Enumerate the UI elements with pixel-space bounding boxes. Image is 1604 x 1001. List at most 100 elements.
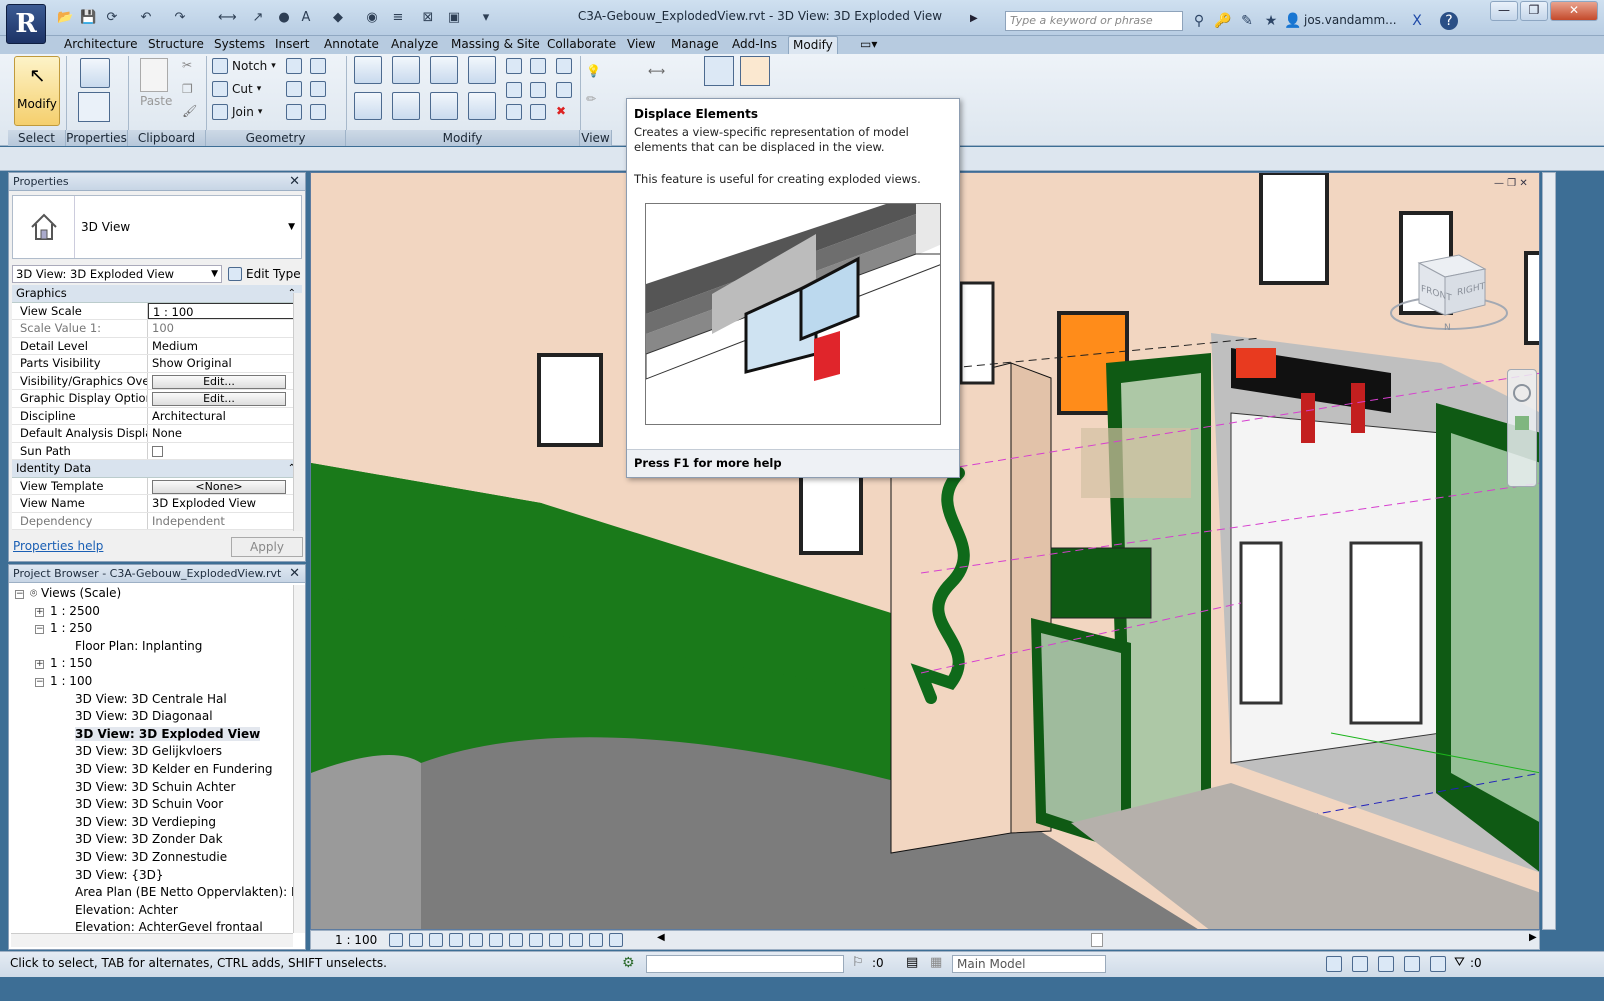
ribbon-minimize-icon[interactable]: ▭▾ [856, 36, 881, 54]
tab-manage[interactable]: Manage [667, 36, 723, 54]
select-links-icon[interactable] [1326, 956, 1342, 972]
notch-button[interactable]: Notch ▾ [212, 58, 276, 74]
browser-item[interactable]: 3D View: 3D Centrale Hal [9, 691, 305, 709]
properties-help-link[interactable]: Properties help [13, 539, 103, 553]
rotate-icon[interactable] [430, 92, 458, 120]
pin-icon[interactable] [556, 58, 572, 74]
browser-item[interactable]: Area Plan (BE Netto Oppervlakten): Heme [9, 884, 305, 902]
paint-icon[interactable] [310, 81, 326, 97]
mirror-draw-axis-icon[interactable] [468, 56, 496, 84]
expand-icon[interactable]: + [35, 660, 44, 670]
dimension-icon[interactable]: ↗ [250, 10, 266, 26]
browser-item[interactable]: 3D View: 3D Zonder Dak [9, 831, 305, 849]
viewport-window-controls[interactable]: — ❐ ✕ [1494, 178, 1528, 189]
help-icon[interactable]: ? [1440, 12, 1458, 30]
browser-item[interactable]: 3D View: 3D Diagonaal [9, 708, 305, 726]
application-menu-button[interactable]: R [6, 4, 46, 44]
browser-item[interactable]: +1 : 150 [9, 655, 305, 673]
temporary-hide-icon[interactable] [549, 933, 563, 947]
trim-multiple-icon[interactable] [506, 104, 522, 120]
sun-path-checkbox[interactable] [152, 445, 163, 457]
save-icon[interactable]: 💾 [80, 10, 96, 26]
scroll-left-icon[interactable]: ◀ [657, 932, 665, 943]
navigation-bar[interactable] [1507, 369, 1537, 487]
tag-icon[interactable]: ● [276, 10, 292, 26]
tab-modify[interactable]: Modify [788, 36, 838, 54]
exchange-icon[interactable]: X [1408, 12, 1426, 30]
collapse-icon[interactable]: − [35, 625, 44, 635]
shadows-icon[interactable] [449, 933, 463, 947]
unlock-view-icon[interactable] [529, 933, 543, 947]
zoom-region-icon[interactable] [1515, 416, 1529, 430]
tab-structure[interactable]: Structure [144, 36, 208, 54]
scale-icon[interactable] [530, 82, 546, 98]
worksets-icon[interactable]: ⚙ [622, 955, 635, 971]
close-button[interactable]: ✕ [1550, 1, 1598, 21]
align-icon[interactable] [354, 56, 382, 84]
cut-icon[interactable]: ✂ [182, 58, 192, 72]
viewport-scrollbar-vertical[interactable] [1542, 172, 1556, 930]
restore-button[interactable]: ❐ [1520, 1, 1548, 21]
tab-insert[interactable]: Insert [271, 36, 313, 54]
tab-systems[interactable]: Systems [210, 36, 269, 54]
favorites-star-icon[interactable]: ★ [1262, 12, 1280, 30]
redo-icon[interactable]: ↷ [172, 10, 188, 26]
steering-wheel-icon[interactable] [1513, 384, 1531, 402]
delete-icon[interactable]: ✖ [556, 104, 572, 120]
3d-view-icon[interactable]: ◆ [330, 10, 346, 26]
copy-icon[interactable]: ❐ [182, 82, 193, 96]
split-element-icon[interactable] [506, 58, 522, 74]
property-value[interactable] [148, 443, 302, 460]
create-assembly-icon[interactable] [704, 56, 734, 86]
exclude-options-icon[interactable]: ▦ [930, 955, 942, 970]
ribbon-group-select[interactable]: Select [8, 130, 66, 146]
reveal-hidden-icon[interactable] [569, 933, 583, 947]
thin-lines-icon[interactable]: ≡ [390, 10, 406, 26]
demolish-icon[interactable] [286, 104, 302, 120]
properties-scrollbar[interactable] [293, 293, 303, 531]
hide-elements-icon[interactable]: 💡 [586, 64, 601, 78]
browser-item[interactable]: 3D View: 3D Verdieping [9, 814, 305, 832]
browser-item[interactable]: 3D View: 3D Gelijkvloers [9, 743, 305, 761]
search-input[interactable]: Type a keyword or phrase [1005, 11, 1183, 31]
browser-scrollbar-vertical[interactable] [293, 585, 305, 933]
browser-item[interactable]: 3D View: 3D Kelder en Fundering [9, 761, 305, 779]
wall-joins-icon[interactable] [310, 58, 326, 74]
section-identity-data[interactable]: Identity Data ⌃ [12, 460, 302, 478]
browser-item[interactable]: 3D View: 3D Zonnestudie [9, 849, 305, 867]
browser-item[interactable]: 3D View: {3D} [9, 867, 305, 885]
communication-icon[interactable]: ✎ [1238, 12, 1256, 30]
tab-collaborate[interactable]: Collaborate [543, 36, 620, 54]
unpin-icon[interactable] [556, 82, 572, 98]
type-properties-icon[interactable] [80, 58, 110, 91]
offset-icon[interactable] [392, 56, 420, 84]
array-icon[interactable] [506, 82, 522, 98]
ribbon-group-clipboard[interactable]: Clipboard [128, 130, 206, 146]
property-value[interactable]: Architectural [148, 408, 302, 425]
select-underlay-icon[interactable] [1352, 956, 1368, 972]
sun-path-icon[interactable] [429, 933, 443, 947]
design-options-icon[interactable]: ▤ [906, 955, 918, 970]
browser-item[interactable]: −1 : 100 [9, 673, 305, 691]
user-icon[interactable]: 👤 [1284, 12, 1302, 30]
close-browser-icon[interactable]: ✕ [289, 565, 300, 583]
binoculars-icon[interactable]: ⚲ [1190, 12, 1208, 30]
browser-item[interactable]: Elevation: Achter [9, 902, 305, 920]
expand-icon[interactable]: + [35, 607, 44, 617]
workset-select[interactable] [646, 955, 844, 973]
ribbon-group-properties[interactable]: Properties [66, 130, 128, 146]
tab-add-ins[interactable]: Add-Ins [728, 36, 781, 54]
browser-item[interactable]: Floor Plan: Inplanting [9, 638, 305, 656]
editable-only-icon[interactable]: ⚐ [852, 955, 864, 970]
user-name[interactable]: jos.vandamm... [1304, 13, 1397, 27]
close-properties-icon[interactable]: ✕ [289, 173, 300, 191]
property-value[interactable]: 3D Exploded View [148, 495, 302, 512]
linework-icon[interactable]: ✏ [586, 92, 596, 106]
type-dropdown-icon[interactable]: ▼ [288, 222, 295, 232]
property-edit-button[interactable]: <None> [152, 479, 286, 494]
expand-arrow-icon[interactable]: ▶ [970, 13, 978, 24]
split-gap-icon[interactable] [530, 58, 546, 74]
view-cube[interactable]: FRONT RIGHT N [1389, 243, 1509, 333]
crop-view-icon[interactable] [489, 933, 503, 947]
minimize-button[interactable]: — [1490, 1, 1518, 21]
